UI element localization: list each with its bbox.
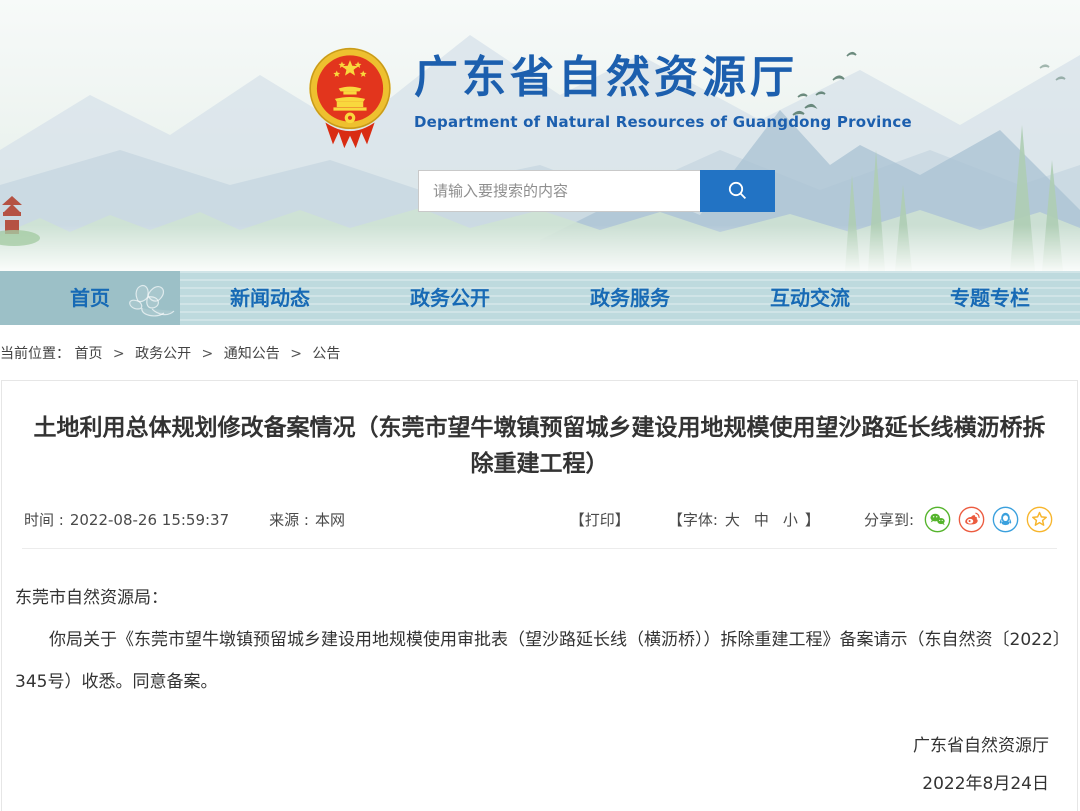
font-size-suffix: 】 [805,511,820,529]
search-bar [418,170,775,212]
nav-item-label: 新闻动态 [230,286,310,310]
magnolia-flower-icon [112,275,176,323]
signature-date: 2022年8月24日 [2,765,1049,803]
nav-item-label: 政务服务 [590,286,670,310]
font-size-control: 【字体: 大中小】 [668,509,820,530]
breadcrumb-item-notices[interactable]: 通知公告 [224,346,280,362]
time-label: 时间 : [24,511,64,529]
share-icons [924,506,1053,533]
breadcrumb-label: 当前位置： [0,346,70,362]
main-nav: 首页 新闻动态 政务公开 政务服务 互动交流 专题专栏 [0,271,1080,325]
publish-time: 2022-08-26 15:59:37 [70,511,229,529]
mist [0,225,1080,271]
article-meta-right: 【打印】 【字体: 大中小】 分享到: [570,506,1053,533]
nav-item-label: 政务公开 [410,286,490,310]
qzone-share-icon[interactable] [1026,506,1053,533]
site-titles: 广东省自然资源厅 Department of Natural Resources… [414,44,912,150]
source-value: 本网 [315,511,345,529]
nav-item-special-topics[interactable]: 专题专栏 [900,271,1080,325]
weibo-share-icon[interactable] [958,506,985,533]
nav-item-gov-service[interactable]: 政务服务 [540,271,720,325]
nav-item-gov-info[interactable]: 政务公开 [360,271,540,325]
source-label: 来源 : [269,511,309,529]
breadcrumb-separator: > [202,346,214,362]
breadcrumb-separator: > [113,346,125,362]
qq-share-icon[interactable] [992,506,1019,533]
signature-org: 广东省自然资源厅 [2,727,1049,765]
nav-item-news[interactable]: 新闻动态 [180,271,360,325]
breadcrumb: 当前位置： 首页 > 政务公开 > 通知公告 > 公告 [0,343,340,363]
search-button[interactable] [700,170,775,212]
nav-item-label: 首页 [70,286,110,310]
article-title: 土地利用总体规划修改备案情况（东莞市望牛墩镇预留城乡建设用地规模使用望沙路延长线… [32,410,1048,482]
breadcrumb-separator: > [290,346,302,362]
font-size-large[interactable]: 大 [725,511,740,529]
article-container: 土地利用总体规划修改备案情况（东莞市望牛墩镇预留城乡建设用地规模使用望沙路延长线… [1,380,1078,811]
search-input[interactable] [418,170,700,212]
site-logo-block: 广东省自然资源厅 Department of Natural Resources… [306,44,912,150]
font-size-medium[interactable]: 中 [754,511,769,529]
nav-item-label: 互动交流 [770,286,850,310]
wechat-share-icon[interactable] [924,506,951,533]
nav-item-home[interactable]: 首页 [0,271,180,325]
font-size-prefix: 【字体: [668,511,718,529]
article-paragraph: 东莞市自然资源局： [15,577,1064,619]
national-emblem-icon [306,44,394,150]
font-size-small[interactable]: 小 [783,511,798,529]
breadcrumb-item-announcement[interactable]: 公告 [312,346,340,362]
print-button[interactable]: 【打印】 [570,509,630,530]
article-meta-row: 时间 : 2022-08-26 15:59:37 来源 : 本网 【打印】 【字体: 大… [2,506,1077,533]
site-header: 广东省自然资源厅 Department of Natural Resources… [0,0,1080,271]
site-title: 广东省自然资源厅 [414,52,912,104]
site-subtitle: Department of Natural Resources of Guang… [414,113,912,131]
article-signature: 广东省自然资源厅 2022年8月24日 [2,727,1077,803]
nav-item-label: 专题专栏 [950,286,1030,310]
page: 广东省自然资源厅 Department of Natural Resources… [0,0,1080,811]
article-meta-left: 时间 : 2022-08-26 15:59:37 来源 : 本网 [24,509,351,530]
share-label: 分享到: [864,509,914,530]
search-icon [726,179,750,203]
nav-item-interaction[interactable]: 互动交流 [720,271,900,325]
article-paragraph: 你局关于《东莞市望牛墩镇预留城乡建设用地规模使用审批表（望沙路延长线（横沥桥））… [15,619,1064,703]
breadcrumb-item-gov-info[interactable]: 政务公开 [135,346,191,362]
breadcrumb-item-home[interactable]: 首页 [74,346,102,362]
article-body: 东莞市自然资源局： 你局关于《东莞市望牛墩镇预留城乡建设用地规模使用审批表（望沙… [2,549,1077,703]
